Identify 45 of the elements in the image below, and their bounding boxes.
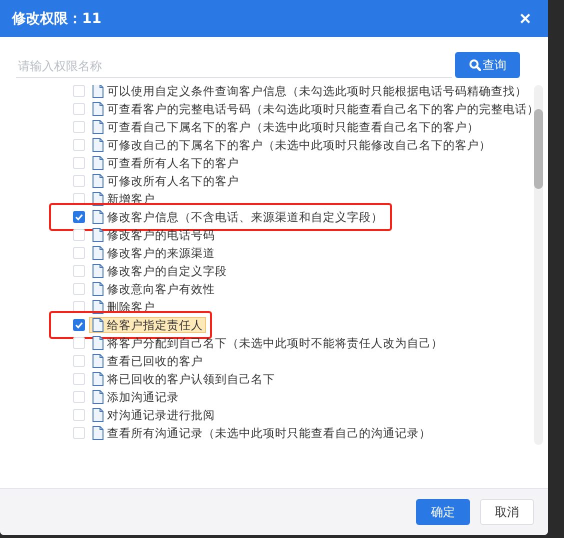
document-icon <box>92 390 104 404</box>
tree-item[interactable]: 修改意向客户有效性 <box>89 281 218 297</box>
scrollbar[interactable] <box>534 85 543 445</box>
tree-item[interactable]: 查看所有沟通记录（未选中此项时只能查看自己的沟通记录） <box>89 425 434 441</box>
document-icon <box>92 426 104 440</box>
document-icon <box>92 138 104 152</box>
tree-item[interactable]: 修改客户的自定义字段 <box>89 263 230 279</box>
confirm-button[interactable]: 确定 <box>416 499 470 525</box>
dialog-title: 修改权限：11 <box>12 10 102 28</box>
document-icon <box>92 246 104 260</box>
document-icon <box>92 156 104 170</box>
tree-item[interactable]: 修改客户的电话号码 <box>89 227 218 243</box>
document-icon <box>92 174 104 188</box>
document-icon <box>92 372 104 386</box>
document-icon <box>92 264 104 278</box>
document-icon <box>92 102 104 116</box>
tree-item[interactable]: 修改客户的来源渠道 <box>89 245 218 261</box>
document-icon <box>92 120 104 134</box>
document-icon <box>92 408 104 422</box>
tree-item[interactable]: 可修改所有人名下的客户 <box>89 173 242 189</box>
search-icon <box>468 59 480 71</box>
tree-item[interactable]: 将已回收的客户认领到自己名下 <box>89 371 278 387</box>
tree-item[interactable]: 可以使用自定义条件查询客户信息（未勾选此项时只能根据电话号码精确查找） <box>89 85 530 99</box>
tree-item[interactable]: 给客户指定责任人 <box>89 317 206 333</box>
document-icon <box>92 354 104 368</box>
tree-item[interactable]: 可修改自己的下属名下的客户（未选中此项时只能修改自己名下的客户） <box>89 137 494 153</box>
checkbox[interactable] <box>73 319 85 331</box>
tree-item[interactable]: 添加沟通记录 <box>89 389 182 405</box>
document-icon <box>92 282 104 296</box>
tree-item[interactable]: 对沟通记录进行批阅 <box>89 407 218 423</box>
tree-item[interactable]: 修改客户信息（不含电话、来源渠道和自定义字段） <box>89 209 386 225</box>
document-icon <box>92 336 104 350</box>
tree-item[interactable]: 可查看客户的完整电话号码（未勾选此项时只能查看自己名下的客户的完整电话） <box>89 101 542 117</box>
tree-item[interactable]: 可查看所有人名下的客户 <box>89 155 242 171</box>
checkbox[interactable] <box>73 211 85 223</box>
document-icon <box>92 228 104 242</box>
close-button[interactable]: ✕ <box>515 10 536 28</box>
search-button[interactable]: 查询 <box>455 52 520 78</box>
cancel-button[interactable]: 取消 <box>480 499 534 525</box>
tree-item[interactable]: 查看已回收的客户 <box>89 353 206 369</box>
document-icon <box>92 318 104 332</box>
document-icon <box>92 85 104 98</box>
document-icon <box>92 210 104 224</box>
tree-item[interactable]: 将客户分配到自己名下（未选中此项时不能将责任人改为自己） <box>89 335 446 351</box>
tree-item[interactable]: 可查看自己下属名下的客户（未选中此项时只能查看自己名下的客户） <box>89 119 482 135</box>
